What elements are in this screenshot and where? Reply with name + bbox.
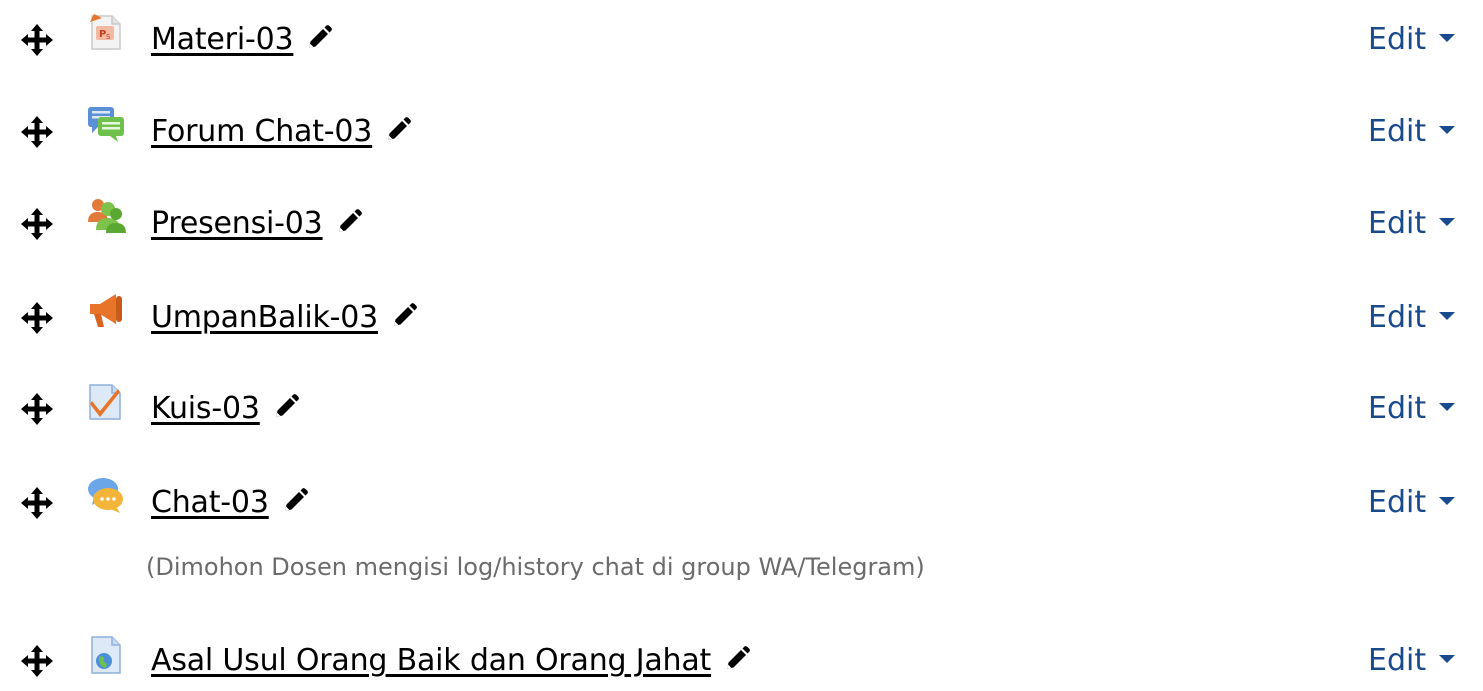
pencil-icon[interactable] — [384, 116, 412, 144]
edit-menu-button[interactable]: Edit — [1368, 643, 1456, 679]
activity-row-forum: Forum Chat-03 Edit — [0, 102, 1483, 162]
quiz-icon — [86, 381, 126, 421]
url-icon — [86, 635, 126, 675]
powerpoint-file-icon: P S — [86, 12, 126, 52]
activity-description: (Dimohon Dosen mengisi log/history chat … — [146, 553, 925, 581]
edit-menu-button[interactable]: Edit — [1368, 22, 1456, 58]
activity-row-url: Asal Usul Orang Baik dan Orang Jahat Edi… — [0, 631, 1483, 691]
pencil-icon[interactable] — [272, 393, 300, 421]
move-icon[interactable] — [20, 115, 54, 149]
activity-row-presensi: Presensi-03 Edit — [0, 194, 1483, 254]
edit-menu-button[interactable]: Edit — [1368, 391, 1456, 427]
activity-row-umpanbalik: UmpanBalik-03 Edit — [0, 288, 1483, 348]
pencil-icon[interactable] — [281, 487, 309, 515]
activity-row-materi: P S Materi-03 Edit — [0, 10, 1483, 70]
activity-link[interactable]: Forum Chat-03 — [151, 114, 412, 150]
move-icon[interactable] — [20, 301, 54, 335]
forum-icon — [86, 104, 126, 144]
activity-link[interactable]: Materi-03 — [151, 22, 333, 58]
activity-link[interactable]: Presensi-03 — [151, 206, 363, 242]
activity-link[interactable]: UmpanBalik-03 — [151, 300, 418, 336]
move-icon[interactable] — [20, 392, 54, 426]
edit-menu-button[interactable]: Edit — [1368, 300, 1456, 336]
pencil-icon[interactable] — [335, 208, 363, 236]
activity-link[interactable]: Asal Usul Orang Baik dan Orang Jahat — [151, 643, 751, 679]
move-icon[interactable] — [20, 486, 54, 520]
svg-text:S: S — [106, 33, 111, 41]
attendance-icon — [86, 196, 126, 236]
move-icon[interactable] — [20, 644, 54, 678]
caret-down-icon — [1438, 653, 1456, 665]
edit-menu-button[interactable]: Edit — [1368, 114, 1456, 150]
edit-menu-button[interactable]: Edit — [1368, 206, 1456, 242]
chat-icon — [86, 475, 126, 515]
activity-link[interactable]: Kuis-03 — [151, 391, 300, 427]
activity-link[interactable]: Chat-03 — [151, 485, 309, 521]
move-icon[interactable] — [20, 23, 54, 57]
activity-row-kuis: Kuis-03 Edit — [0, 379, 1483, 439]
caret-down-icon — [1438, 32, 1456, 44]
pencil-icon[interactable] — [390, 302, 418, 330]
caret-down-icon — [1438, 310, 1456, 322]
caret-down-icon — [1438, 495, 1456, 507]
caret-down-icon — [1438, 216, 1456, 228]
move-icon[interactable] — [20, 207, 54, 241]
activity-row-chat: Chat-03 Edit — [0, 473, 1483, 533]
caret-down-icon — [1438, 124, 1456, 136]
edit-menu-button[interactable]: Edit — [1368, 485, 1456, 521]
pencil-icon[interactable] — [305, 24, 333, 52]
pencil-icon[interactable] — [723, 645, 751, 673]
feedback-megaphone-icon — [86, 290, 126, 330]
caret-down-icon — [1438, 401, 1456, 413]
